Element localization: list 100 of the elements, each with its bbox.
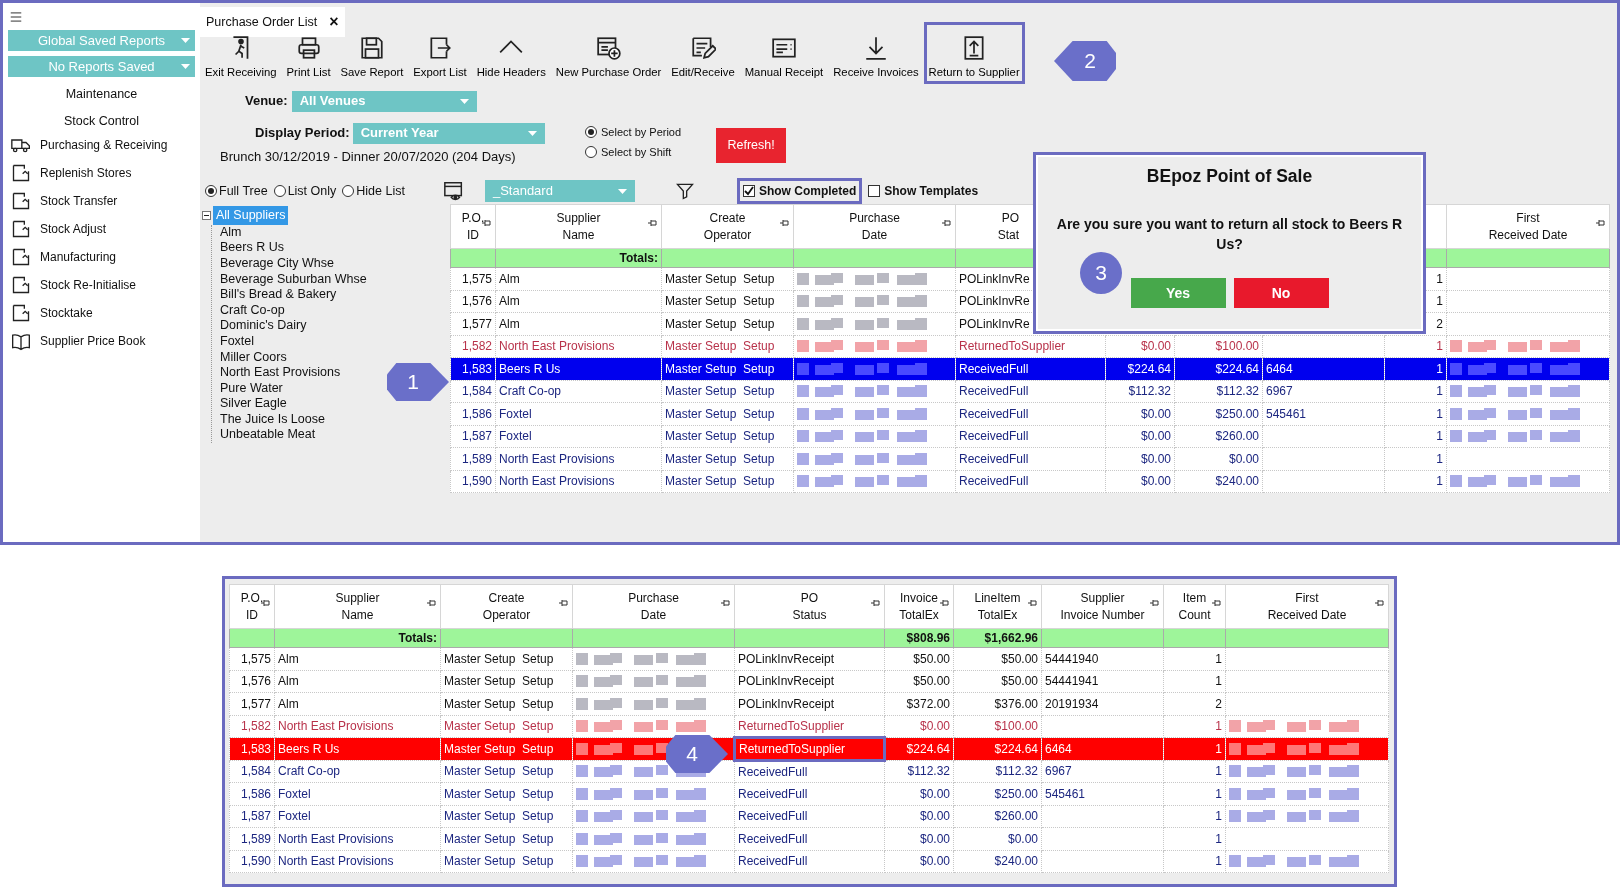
table-cell: Master Setup Setup	[440, 850, 573, 873]
filter-icon[interactable]	[674, 181, 695, 201]
nav-item[interactable]: Stock Re-Initialise	[40, 275, 137, 294]
tree-item[interactable]: Beers R Us	[220, 240, 284, 255]
receipt-icon	[770, 35, 797, 61]
order-row[interactable]: 1,586 Foxtel Master Setup Setup ReceivedFull $0.00 $250.00 545461 1	[450, 402, 1610, 425]
pin-icon[interactable]	[648, 219, 657, 227]
column-header[interactable]: PO Status	[792, 590, 827, 623]
toolbar-button[interactable]: Return to Supplier	[923, 22, 1025, 84]
tree-item[interactable]: North East Provisions	[220, 365, 341, 380]
tree-item[interactable]: Craft Co-op	[220, 302, 285, 317]
nav-item[interactable]: Purchasing & Receiving	[40, 135, 168, 154]
nav-item[interactable]: Manufacturing	[40, 247, 117, 266]
refresh-button[interactable]: Refresh!	[716, 128, 787, 163]
table-cell: 1,583	[229, 737, 275, 760]
order-row[interactable]: 1,575 Alm Master Setup Setup POLinkInvReceipt $50.00 $50.00 54441940 1	[229, 647, 1389, 670]
dropdown-value: Global Saved Reports	[37, 31, 166, 50]
order-row[interactable]: 1,589 North East Provisions Master Setup Setup ReceivedFull $0.00 $0.00 1	[450, 447, 1610, 470]
close-button[interactable]: ×	[329, 10, 339, 34]
view-icon[interactable]	[442, 180, 465, 202]
pin-icon[interactable]	[1028, 599, 1037, 607]
table-cell: 545461	[1041, 782, 1164, 805]
order-row[interactable]: 1,590 North East Provisions Master Setup Setup ReceivedFull $0.00 $240.00 1	[450, 470, 1610, 493]
toolbar-button[interactable]: Hide Headers	[471, 22, 551, 84]
toolbar-button[interactable]: Edit/Receive	[666, 22, 740, 84]
table-cell: Master Setup Setup	[661, 380, 794, 403]
nav-item[interactable]: Stock Transfer	[40, 191, 118, 210]
table-cell: ReceivedFull	[955, 380, 1106, 403]
pin-icon[interactable]	[1375, 599, 1384, 607]
document-tab[interactable]: Purchase Order List ×	[200, 7, 345, 37]
radio-button[interactable]	[273, 185, 286, 197]
tree-item[interactable]: Beverage City Whse	[220, 255, 334, 270]
table-cell: $0.00	[1174, 447, 1263, 470]
nav-item[interactable]: Replenish Stores	[40, 163, 132, 182]
order-row[interactable]: 1,583 Beers R Us Master Setup Setup ReceivedFull $224.64 $224.64 6464 1	[450, 357, 1610, 380]
tree-item[interactable]: Foxtel	[220, 333, 255, 348]
table-cell: Master Setup Setup	[661, 335, 794, 358]
toolbar-button[interactable]: New Purchase Order	[550, 22, 667, 84]
table-cell: Master Setup Setup	[661, 447, 794, 470]
table-cell: ReceivedFull	[734, 782, 885, 805]
order-row[interactable]: 1,587 Foxtel Master Setup Setup ReceivedFull $0.00 $260.00 1	[229, 805, 1389, 828]
table-cell: ReceivedFull	[734, 805, 885, 828]
pin-icon[interactable]	[780, 219, 789, 227]
pin-icon[interactable]	[721, 599, 730, 607]
toolbar-button[interactable]: Export List	[408, 22, 472, 84]
order-row[interactable]: 1,590 North East Provisions Master Setup Setup ReceivedFull $0.00 $240.00 1	[229, 850, 1389, 873]
tree-item[interactable]: Silver Eagle	[220, 396, 287, 411]
order-row[interactable]: 1,586 Foxtel Master Setup Setup ReceivedFull $0.00 $250.00 545461 1	[229, 782, 1389, 805]
column-header[interactable]: PO Stat	[997, 210, 1019, 243]
pin-icon[interactable]	[942, 219, 951, 227]
order-row[interactable]: 1,589 North East Provisions Master Setup Setup ReceivedFull $0.00 $0.00 1	[229, 827, 1389, 850]
tree-item[interactable]: Unbeatable Meat	[220, 427, 316, 442]
nav-item[interactable]: Supplier Price Book	[40, 331, 146, 350]
menu-icon[interactable]	[8, 9, 24, 24]
section-heading[interactable]: Maintenance	[8, 85, 195, 104]
tree-item[interactable]: Pure Water	[220, 380, 283, 395]
collapse-icon[interactable]	[202, 210, 211, 220]
checkbox[interactable]	[868, 185, 881, 197]
pin-icon[interactable]	[1212, 599, 1221, 607]
order-row[interactable]: 1,577 Alm Master Setup Setup POLinkInvReceipt $372.00 $376.00 20191934 2	[229, 692, 1389, 715]
table-cell: 1	[1163, 805, 1226, 828]
pin-icon[interactable]	[559, 599, 568, 607]
order-row[interactable]: 1,576 Alm Master Setup Setup POLinkInvReceipt $50.00 $50.00 54441941 1	[229, 670, 1389, 693]
column-header[interactable]: Supplier Name	[556, 210, 601, 243]
checkbox[interactable]	[742, 185, 755, 197]
radio-button[interactable]	[205, 185, 217, 197]
table-cell: $0.00	[884, 782, 954, 805]
radio-button[interactable]	[342, 185, 355, 197]
toolbar-button[interactable]: Manual Receipt	[739, 22, 829, 84]
table-cell: 1,586	[450, 402, 496, 425]
table-cell: Alm	[274, 647, 441, 670]
pin-icon[interactable]	[427, 599, 436, 607]
pin-icon[interactable]	[1596, 219, 1605, 227]
table-cell: $0.00	[1105, 402, 1175, 425]
nav-item[interactable]: Stocktake	[40, 303, 93, 322]
pin-icon[interactable]	[261, 599, 270, 607]
tree-item[interactable]: Miller Coors	[220, 349, 287, 364]
section-heading[interactable]: Stock Control	[8, 111, 195, 131]
radio-button[interactable]	[585, 146, 597, 158]
table-cell: 1,586	[229, 782, 275, 805]
tree-item[interactable]: Beverage Suburban Whse	[220, 271, 367, 286]
table-cell: $112.32	[1174, 380, 1263, 403]
pin-icon[interactable]	[940, 599, 949, 607]
tree-item[interactable]: Dominic's Dairy	[220, 318, 307, 333]
tree-item[interactable]: Alm	[220, 224, 242, 239]
toolbar-button[interactable]: Receive Invoices	[828, 22, 924, 84]
nav-item[interactable]: Stock Adjust	[40, 219, 107, 238]
order-row[interactable]: 1,582 North East Provisions Master Setup Setup ReturnedToSupplier $0.00 $100.00 1	[450, 335, 1610, 358]
tree-item[interactable]: The Juice Is Loose	[220, 411, 325, 426]
table-cell: $0.00	[953, 827, 1042, 850]
pin-icon[interactable]	[871, 599, 880, 607]
order-row[interactable]: 1,587 Foxtel Master Setup Setup ReceivedFull $0.00 $260.00 1	[450, 425, 1610, 448]
radio-button[interactable]	[585, 126, 597, 138]
no-button[interactable]: No	[1233, 278, 1329, 309]
column-header[interactable]: Supplier Name	[335, 590, 380, 623]
order-row[interactable]: 1,584 Craft Co-op Master Setup Setup ReceivedFull $112.32 $112.32 6967 1	[450, 380, 1610, 403]
tree-item[interactable]: Bill's Bread & Bakery	[220, 287, 337, 302]
pin-icon[interactable]	[1150, 599, 1159, 607]
pin-icon[interactable]	[482, 219, 491, 227]
table-cell: ReturnedToSupplier	[734, 737, 885, 760]
